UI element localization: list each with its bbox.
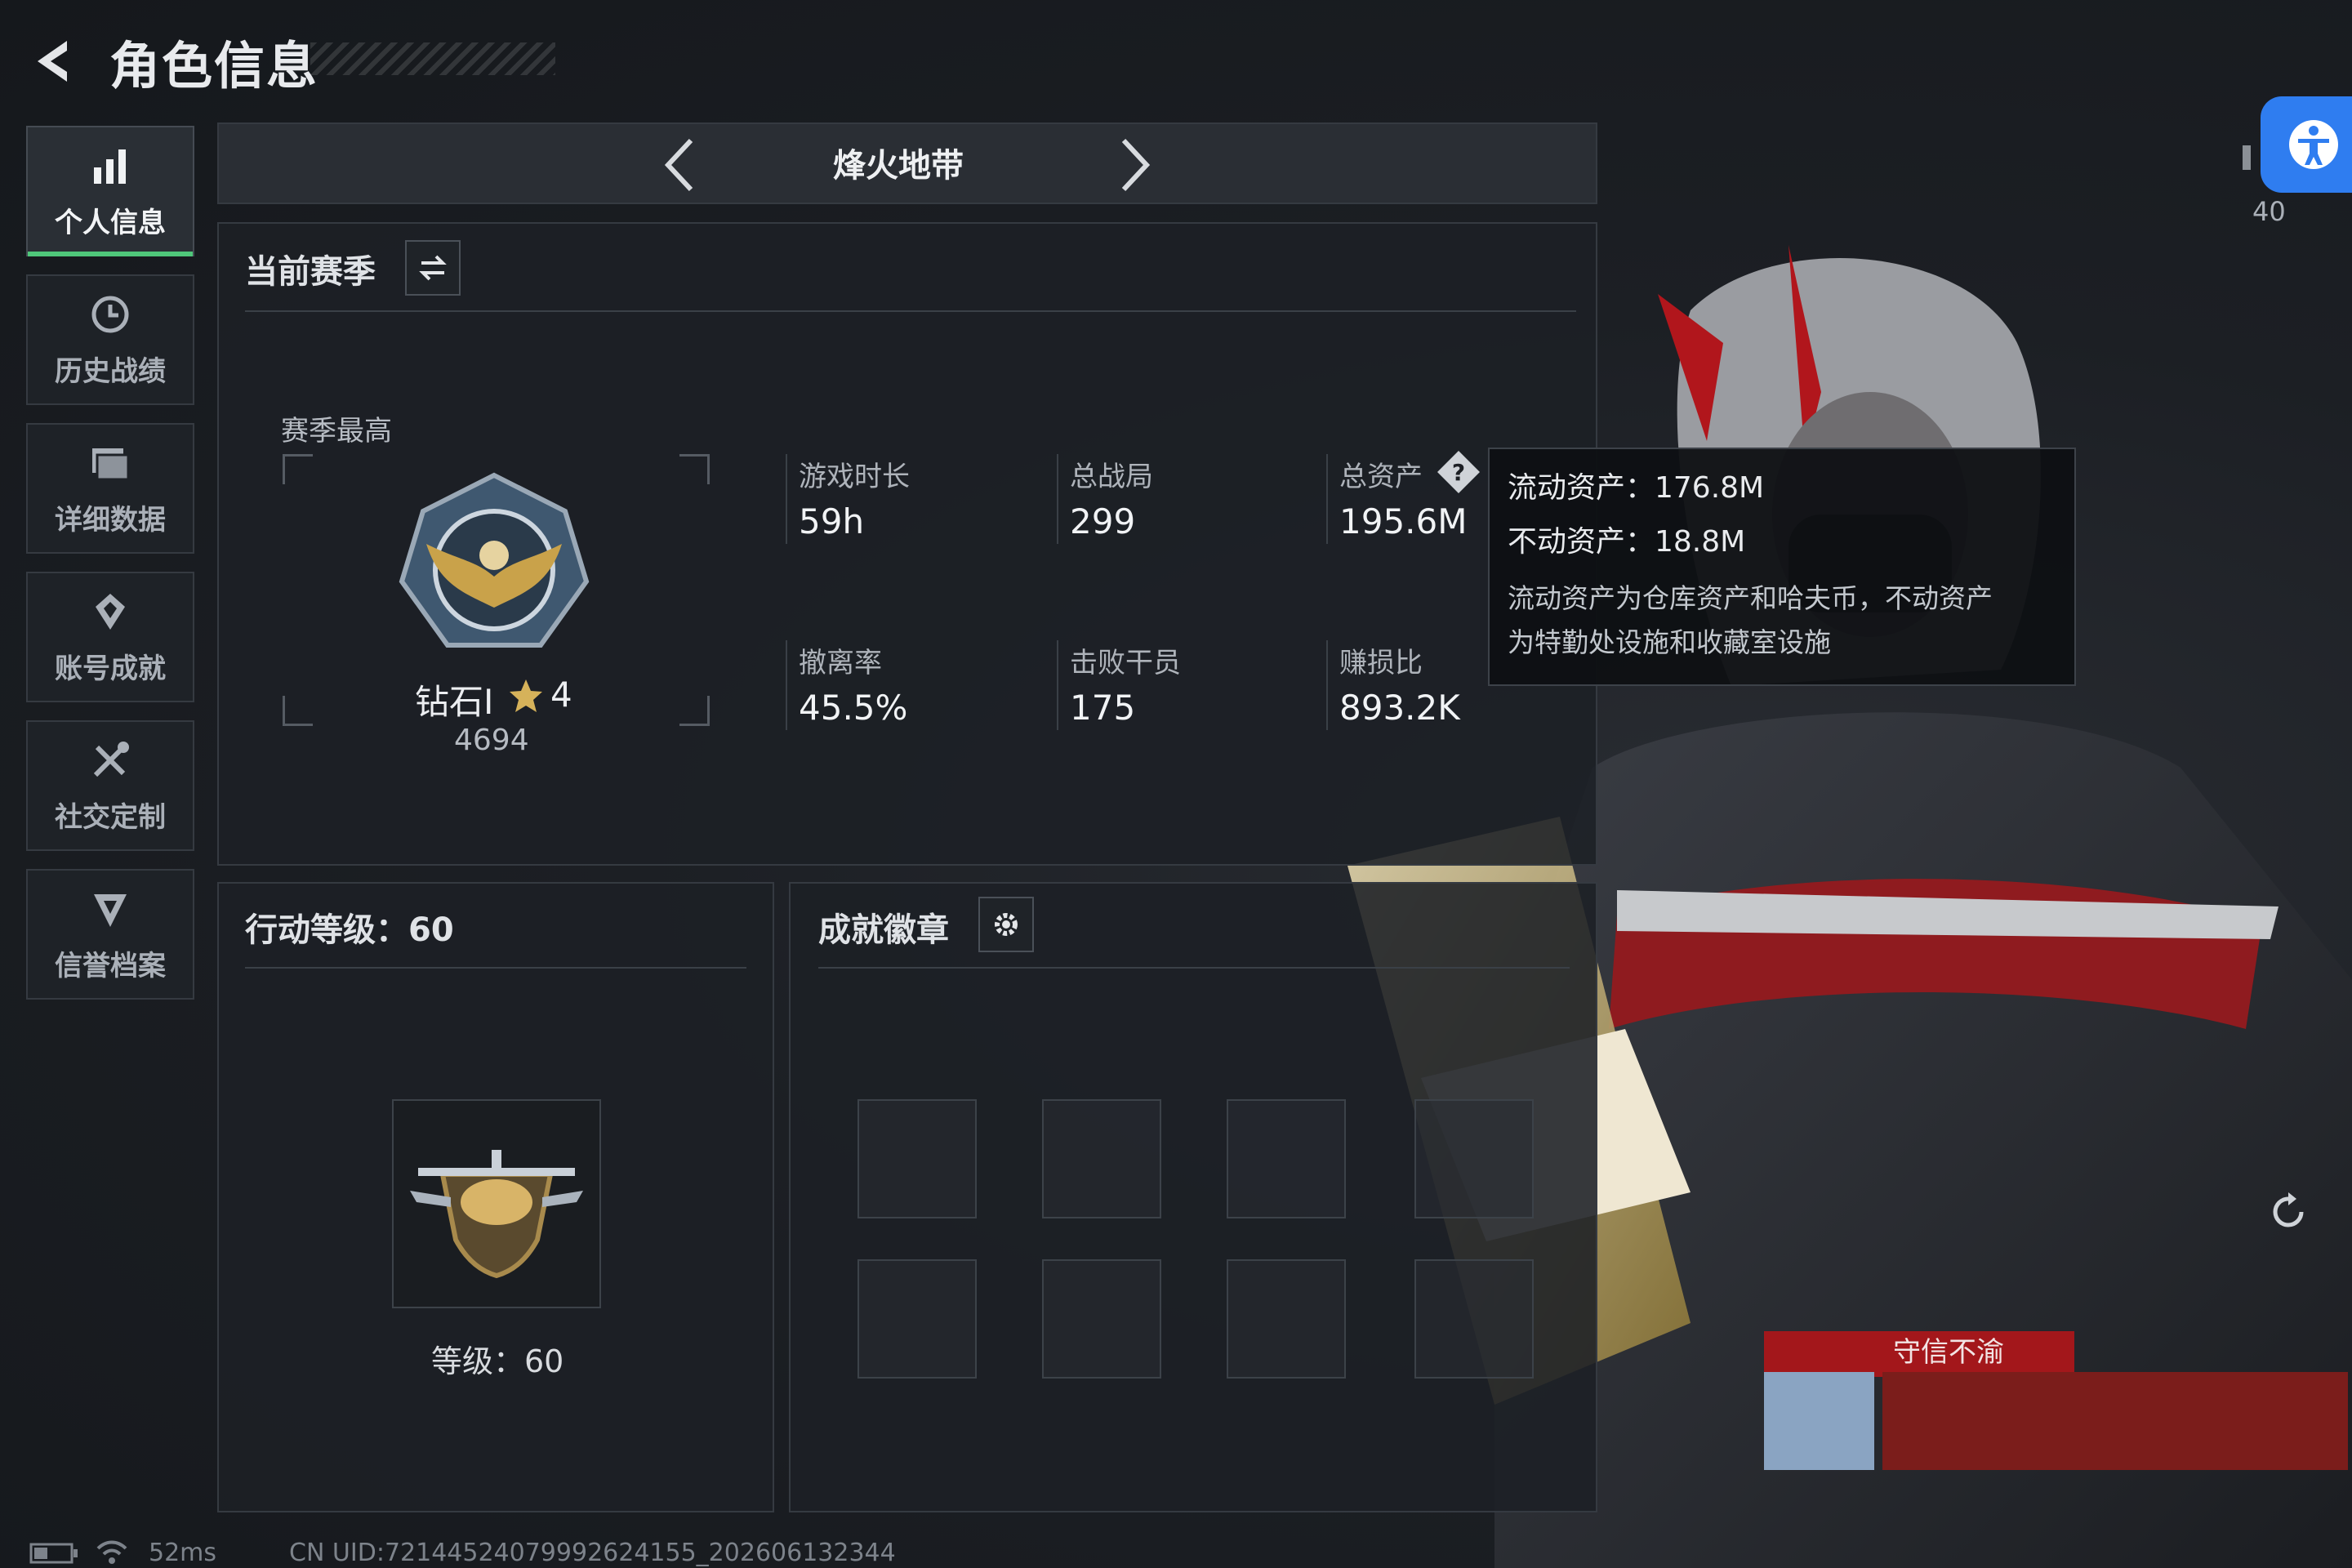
rank-name: 钻石I [415, 682, 494, 722]
accessibility-button[interactable] [2261, 96, 2352, 193]
sidebar-item-credit-record[interactable]: 信誉档案 [26, 869, 194, 1000]
rank-stars: 4 [550, 675, 572, 715]
sidebar-item-detailed-data[interactable]: 详细数据 [26, 423, 194, 554]
stat-separator [786, 454, 787, 544]
rotate-view-icon[interactable] [2264, 1187, 2313, 1236]
stat-label-profit-loss: 赚损比 [1339, 647, 1423, 679]
frame-corner [679, 454, 710, 484]
stat-separator [1057, 454, 1058, 544]
tooltip-note-line1: 流动资产为仓库资产和哈夫币，不动资产 [1508, 582, 1993, 614]
stat-label-kills: 击败干员 [1070, 647, 1181, 679]
uid-text: CN UID:72144524079992624155_202606132344 [289, 1539, 896, 1567]
badge-slot[interactable] [858, 1099, 977, 1218]
achievement-icon [96, 593, 125, 630]
frame-corner [679, 696, 710, 726]
right-indicator-value: 40 [2252, 196, 2286, 227]
stat-label-playtime: 游戏时长 [799, 461, 910, 493]
level-title: 行动等级：60 [245, 911, 454, 949]
next-mode-chevron-icon[interactable] [1116, 136, 1155, 194]
tools-icon [93, 741, 129, 777]
sidebar-item-label: 历史战绩 [55, 354, 166, 388]
badges-title: 成就徽章 [818, 911, 949, 949]
sidebar-item-label: 信誉档案 [55, 949, 166, 982]
svg-text:?: ? [1452, 459, 1465, 486]
badge-slot[interactable] [1414, 1259, 1534, 1379]
sidebar-item-social-custom[interactable]: 社交定制 [26, 720, 194, 851]
sidebar-item-history[interactable]: 历史战绩 [26, 274, 194, 405]
level-emblem-frame [392, 1099, 601, 1308]
badge-slot[interactable] [1227, 1099, 1346, 1218]
badge-slot[interactable] [1227, 1259, 1346, 1379]
tooltip-liquid-assets: 流动资产：176.8M [1508, 471, 1765, 505]
stat-label-total-assets: 总资产 [1339, 461, 1423, 493]
badge-slot[interactable] [1042, 1099, 1161, 1218]
help-question-icon[interactable]: ? [1436, 449, 1481, 495]
wifi-icon [96, 1540, 127, 1564]
stat-separator [1326, 454, 1328, 544]
season-best-label: 赛季最高 [281, 415, 392, 448]
swap-arrows-icon [419, 255, 447, 281]
previous-mode-chevron-icon[interactable] [660, 136, 699, 194]
page-title: 角色信息 [109, 36, 319, 96]
frame-corner [283, 696, 313, 726]
sidebar-item-label: 详细数据 [55, 503, 166, 537]
gear-icon [995, 913, 1018, 936]
stat-separator [1326, 640, 1328, 730]
divider [245, 310, 1576, 312]
folder-icon [92, 448, 130, 480]
bar-chart-icon [94, 149, 126, 184]
stat-value-extract-rate: 45.5% [799, 688, 908, 728]
badge-slot[interactable] [858, 1259, 977, 1379]
level-label: 等级：60 [431, 1343, 564, 1379]
divider [245, 967, 746, 969]
rank-score: 4694 [454, 724, 529, 757]
stat-value-total-assets: 195.6M [1339, 501, 1468, 541]
stat-label-total-matches: 总战局 [1070, 461, 1153, 493]
badge-slot[interactable] [1042, 1259, 1161, 1379]
title-decoration [310, 42, 555, 75]
tooltip-note-line2: 为特勤处设施和收藏室设施 [1508, 626, 1831, 658]
ping-text: 52ms [149, 1539, 217, 1567]
tooltip-fixed-assets: 不动资产：18.8M [1508, 525, 1746, 559]
sidebar-item-personal-info[interactable]: 个人信息 [26, 126, 194, 256]
stat-separator [1057, 640, 1058, 730]
star-icon [510, 679, 542, 712]
badges-settings-button[interactable] [978, 897, 1034, 952]
stat-separator [786, 640, 787, 730]
stat-value-profit-loss: 893.2K [1339, 688, 1460, 728]
switch-season-button[interactable] [405, 240, 461, 296]
helicopter-emblem-icon [410, 1150, 583, 1279]
divider [818, 967, 1570, 969]
back-arrow-icon[interactable] [29, 36, 80, 87]
accessibility-person-icon [2289, 120, 2338, 169]
sidebar-item-achievements[interactable]: 账号成就 [26, 572, 194, 702]
assets-tooltip: 流动资产：176.8M 不动资产：18.8M 流动资产为仓库资产和哈夫币，不动资… [1488, 448, 2076, 686]
sidebar-item-label: 账号成就 [55, 652, 166, 685]
stat-value-kills: 175 [1070, 688, 1136, 728]
credit-shield-icon [94, 893, 127, 927]
stat-value-playtime: 59h [799, 501, 865, 541]
season-title: 当前赛季 [245, 253, 376, 291]
sidebar-item-label: 个人信息 [55, 206, 166, 239]
battery-icon [29, 1543, 78, 1564]
frame-corner [283, 454, 313, 484]
history-clock-icon [91, 296, 129, 332]
rank-emblem-icon [399, 472, 590, 648]
mode-title: 烽火地带 [833, 147, 964, 185]
stat-label-extract-rate: 撤离率 [799, 647, 882, 679]
character-title-tag: 守信不渝 [1893, 1336, 2004, 1369]
stat-value-total-matches: 299 [1070, 501, 1136, 541]
sidebar-item-label: 社交定制 [55, 800, 166, 834]
badge-slot[interactable] [1414, 1099, 1534, 1218]
signal-bar-icon [2243, 145, 2251, 170]
